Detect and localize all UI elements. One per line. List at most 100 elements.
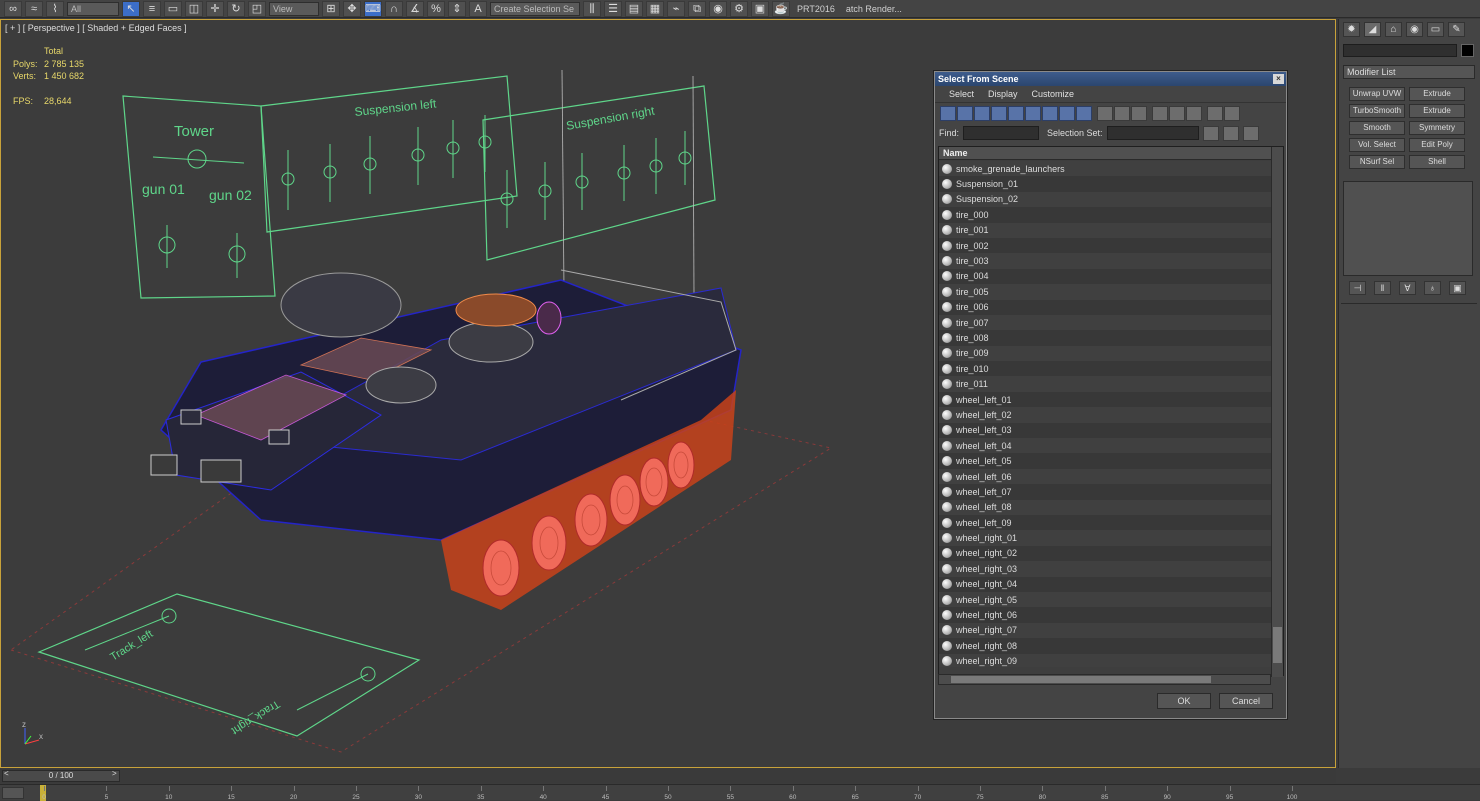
list-item[interactable]: tire_006 [939, 299, 1272, 315]
curve-editor-icon[interactable]: ⌁ [667, 0, 685, 17]
edit-poly-button[interactable]: Edit Poly [1409, 138, 1465, 152]
symmetry-button[interactable]: Symmetry [1409, 121, 1465, 135]
utilities-tab-icon[interactable]: ✎ [1448, 22, 1465, 37]
cancel-button[interactable]: Cancel [1219, 693, 1273, 709]
prev-frame-arrow[interactable]: < [4, 769, 14, 779]
modifier-list-dropdown[interactable]: Modifier List [1343, 65, 1475, 79]
motion-tab-icon[interactable]: ◉ [1406, 22, 1423, 37]
unlink-icon[interactable]: ≈ [25, 0, 43, 17]
filter-icon[interactable] [1207, 105, 1223, 121]
show-end-result-icon[interactable]: ‖ [1374, 281, 1391, 295]
list-item[interactable]: wheel_right_03 [939, 561, 1272, 577]
ok-button[interactable]: OK [1157, 693, 1211, 709]
list-item[interactable]: Suspension_02 [939, 191, 1272, 208]
shell-button[interactable]: Shell [1409, 155, 1465, 169]
reference-coord-combo[interactable]: View [269, 1, 319, 16]
smooth-button[interactable]: Smooth [1349, 121, 1405, 135]
suspension-left-plane[interactable] [260, 75, 518, 233]
dialog-title-bar[interactable]: Select From Scene × [935, 72, 1286, 86]
object-color-swatch[interactable] [1461, 44, 1474, 57]
window-crossing-icon[interactable]: ◫ [185, 0, 203, 17]
list-item[interactable]: wheel_left_02 [939, 407, 1272, 423]
list-item[interactable]: wheel_left_06 [939, 468, 1272, 485]
list-item[interactable]: wheel_right_05 [939, 591, 1272, 608]
select-all-icon[interactable] [1152, 105, 1168, 121]
graphite-ribbon-icon[interactable]: ▦ [646, 0, 664, 17]
angle-snap-icon[interactable]: ∡ [406, 0, 424, 17]
prt-label[interactable]: PRT2016 [793, 4, 839, 14]
select-invert-icon[interactable] [1186, 105, 1202, 121]
unwrap-uvw-button[interactable]: Unwrap UVW [1349, 87, 1405, 101]
list-item[interactable]: wheel_right_08 [939, 638, 1272, 654]
horizontal-scroll-thumb[interactable] [951, 676, 1211, 683]
create-tab-icon[interactable]: ✹ [1343, 22, 1360, 37]
list-item[interactable]: wheel_left_09 [939, 514, 1272, 531]
next-frame-arrow[interactable]: > [112, 769, 122, 779]
list-item[interactable]: wheel_right_09 [939, 653, 1272, 667]
display-xrefs-icon[interactable] [1059, 105, 1075, 121]
list-item[interactable]: tire_008 [939, 330, 1272, 346]
link-icon[interactable]: ∞ [4, 0, 22, 17]
display-containers-icon[interactable] [1097, 105, 1113, 121]
vehicle-model[interactable] [150, 269, 742, 610]
list-item[interactable]: wheel_right_02 [939, 545, 1272, 562]
list-item[interactable]: wheel_left_08 [939, 499, 1272, 515]
menu-select[interactable]: Select [949, 89, 974, 99]
close-icon[interactable]: × [1273, 74, 1284, 84]
menu-customize[interactable]: Customize [1032, 89, 1075, 99]
display-frozen-icon[interactable] [1114, 105, 1130, 121]
list-item[interactable]: tire_002 [939, 237, 1272, 254]
list-item[interactable]: tire_009 [939, 345, 1272, 362]
align-icon[interactable]: ☰ [604, 0, 622, 17]
list-item[interactable]: wheel_right_07 [939, 622, 1272, 639]
pin-stack-icon[interactable]: ⊣ [1349, 281, 1366, 295]
percent-snap-icon[interactable]: % [427, 0, 445, 17]
named-selection-combo[interactable]: Create Selection Se [490, 1, 580, 16]
configure-sets-icon[interactable]: ▣ [1449, 281, 1466, 295]
select-object-icon[interactable]: ↖ [122, 0, 140, 17]
list-item[interactable]: Suspension_01 [939, 176, 1272, 192]
display-tab-icon[interactable]: ▭ [1427, 22, 1444, 37]
filter-options-icon[interactable] [1224, 105, 1240, 121]
hierarchy-tab-icon[interactable]: ⌂ [1385, 22, 1402, 37]
rendered-frame-icon[interactable]: ▣ [751, 0, 769, 17]
display-geometry-icon[interactable] [940, 105, 956, 121]
create-set-icon[interactable] [1202, 125, 1219, 141]
select-by-name-icon[interactable]: ≡ [143, 0, 161, 17]
spinner-snap-icon[interactable]: ⇕ [448, 0, 466, 17]
modify-tab-icon[interactable]: ◢ [1364, 22, 1381, 37]
track-bar[interactable]: 0 5 10 15 20 25 30 35 40 45 50 55 60 65 70 75 80 85 90 95 10… [0, 784, 1480, 801]
list-vertical-scrollbar[interactable] [1271, 147, 1283, 677]
list-item[interactable]: wheel_left_04 [939, 438, 1272, 454]
list-item[interactable]: wheel_left_01 [939, 391, 1272, 408]
mini-curve-editor-icon[interactable] [2, 787, 24, 799]
display-spacewarps-icon[interactable] [1025, 105, 1041, 121]
select-manipulate-icon[interactable]: ✥ [343, 0, 361, 17]
edit-named-sets-icon[interactable]: A [469, 0, 487, 17]
display-cameras-icon[interactable] [991, 105, 1007, 121]
keyboard-shortcut-icon[interactable]: ⌨ [364, 0, 382, 17]
add-to-set-icon[interactable] [1222, 125, 1239, 141]
viewport-label[interactable]: [ + ] [ Perspective ] [ Shaded + Edged F… [5, 23, 187, 33]
extrude-button-2[interactable]: Extrude [1409, 104, 1465, 118]
list-item[interactable]: smoke_grenade_launchers [939, 161, 1272, 177]
list-item[interactable]: tire_011 [939, 376, 1272, 392]
nsurf-sel-button[interactable]: NSurf Sel [1349, 155, 1405, 169]
move-icon[interactable]: ✛ [206, 0, 224, 17]
remove-from-set-icon[interactable] [1242, 125, 1259, 141]
list-item[interactable]: tire_001 [939, 222, 1272, 238]
list-item[interactable]: wheel_left_05 [939, 453, 1272, 469]
object-list[interactable]: Name smoke_grenade_launchers Suspension_… [938, 146, 1284, 677]
display-groups-icon[interactable] [1042, 105, 1058, 121]
render-teapot-icon[interactable]: ☕ [772, 0, 790, 17]
find-input[interactable] [963, 126, 1040, 140]
list-item[interactable]: wheel_right_06 [939, 607, 1272, 623]
select-none-icon[interactable] [1169, 105, 1185, 121]
list-item[interactable]: tire_000 [939, 207, 1272, 223]
selection-filter-combo[interactable]: All [67, 1, 119, 16]
make-unique-icon[interactable]: ∀ [1399, 281, 1416, 295]
list-item[interactable]: tire_007 [939, 314, 1272, 331]
remove-modifier-icon[interactable]: ♁ [1424, 281, 1441, 295]
bind-icon[interactable]: ⌇ [46, 0, 64, 17]
mirror-icon[interactable]: ⫼ [583, 0, 601, 17]
